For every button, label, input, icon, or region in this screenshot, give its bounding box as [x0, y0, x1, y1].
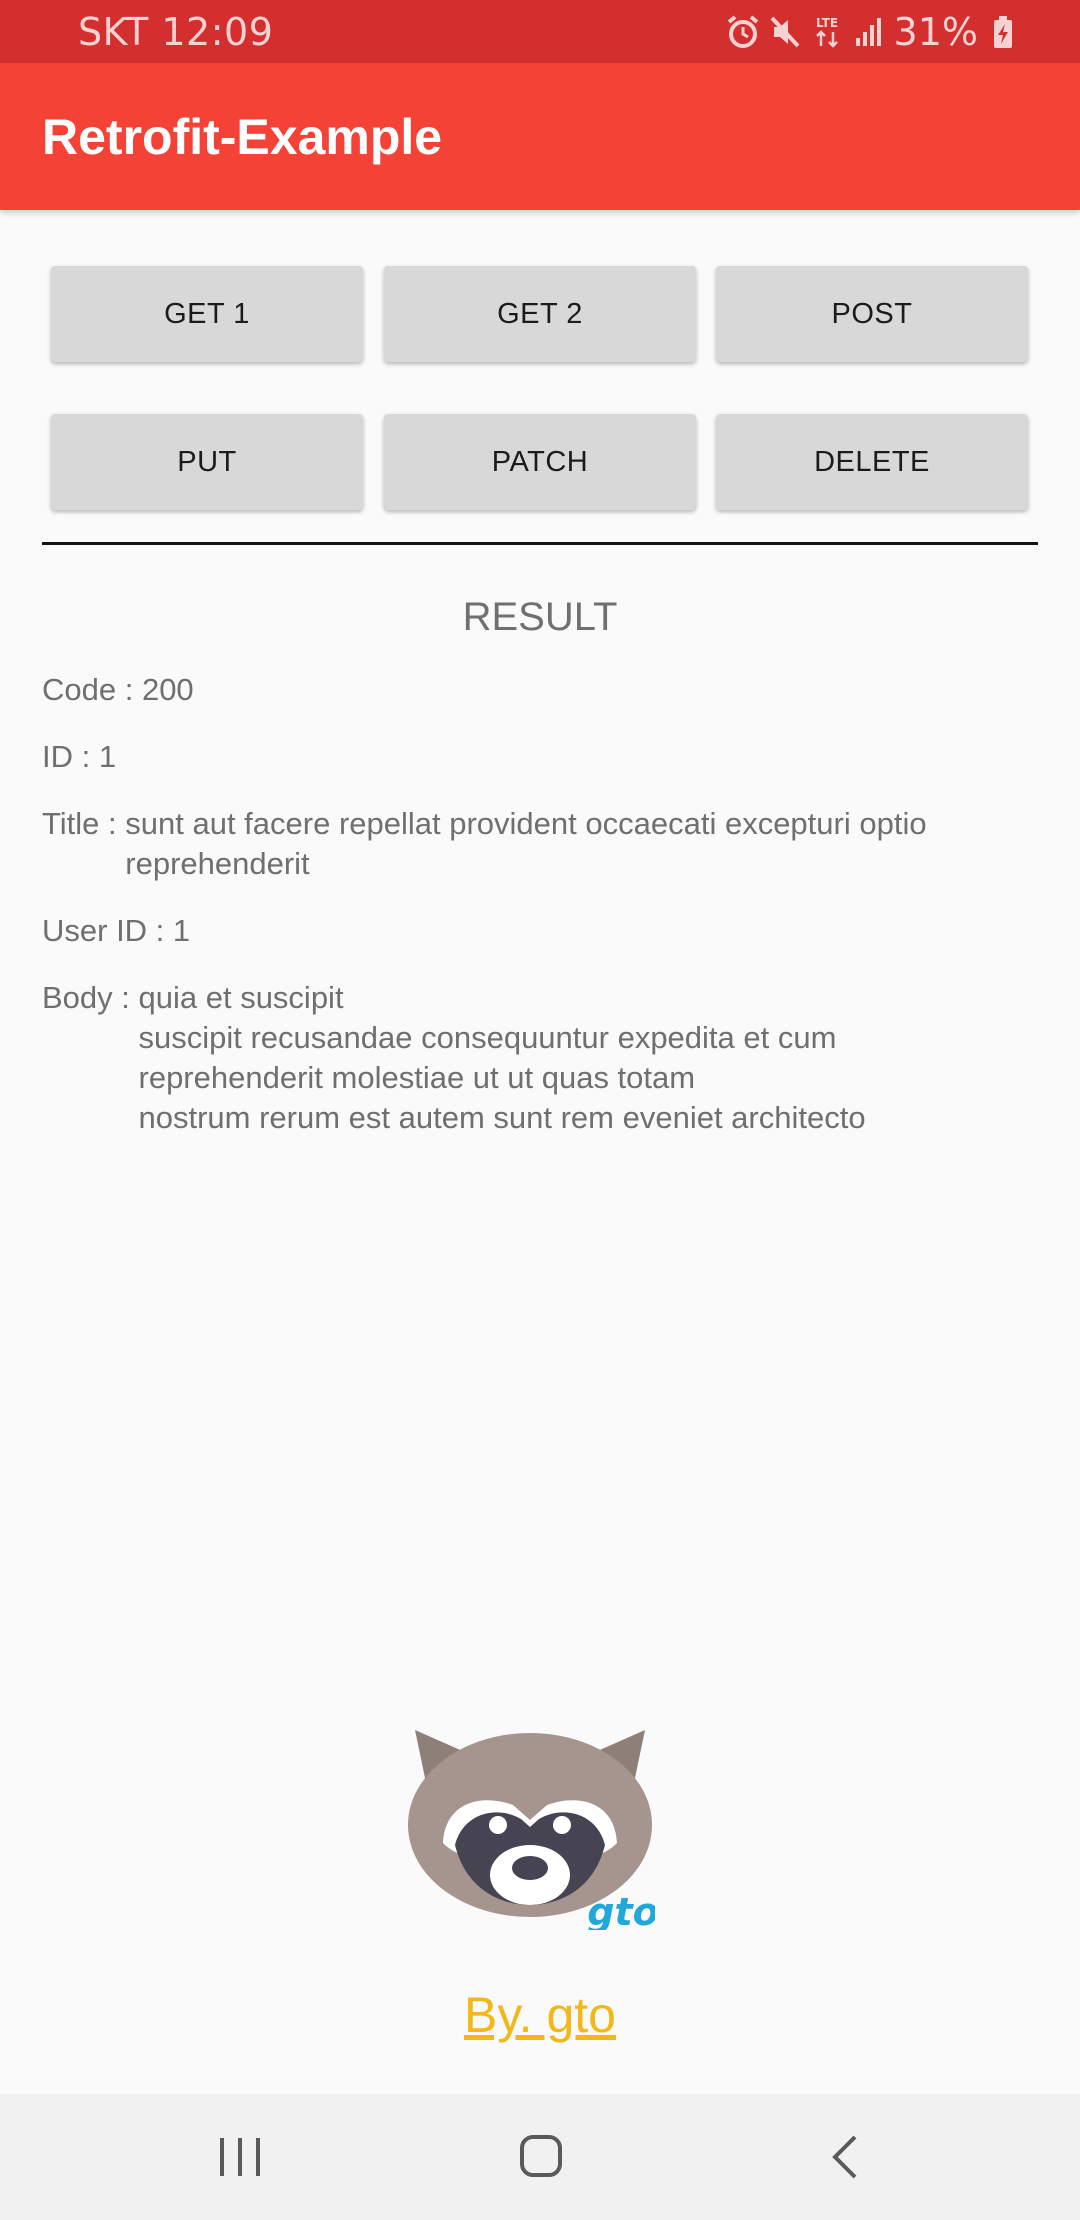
- id-label: ID :: [42, 739, 99, 774]
- body-label: Body :: [42, 980, 139, 1015]
- signal-icon: [855, 18, 881, 46]
- result-body: Body : quia et suscipit suscipit recusan…: [42, 978, 866, 1138]
- delete-button[interactable]: DELETE: [716, 414, 1028, 510]
- user-id-value: 1: [172, 913, 191, 948]
- raccoon-icon: gto: [408, 1730, 655, 1930]
- result-heading: RESULT: [462, 595, 618, 639]
- get1-button[interactable]: GET 1: [51, 266, 363, 362]
- post-button[interactable]: POST: [716, 266, 1028, 362]
- carrier-time: SKT 12:09: [78, 10, 274, 54]
- code-label: Code :: [42, 672, 142, 707]
- title-value: sunt aut facere repellat provident occae…: [125, 806, 927, 881]
- result-user-id: User ID : 1: [42, 911, 190, 951]
- back-icon[interactable]: [815, 2132, 875, 2182]
- divider: [42, 542, 1038, 545]
- id-value: 1: [98, 739, 117, 774]
- put-button[interactable]: PUT: [51, 414, 363, 510]
- navigation-bar: [0, 2094, 1080, 2220]
- patch-button[interactable]: PATCH: [384, 414, 696, 510]
- recents-icon[interactable]: [210, 2132, 270, 2182]
- app-title: Retrofit-Example: [42, 109, 443, 165]
- battery-charging-icon: [994, 16, 1012, 48]
- lte-icon: LTE: [816, 16, 838, 48]
- home-icon[interactable]: [511, 2132, 571, 2182]
- status-bar: SKT 12:09 LTE 31%: [0, 0, 1080, 63]
- status-icons: LTE 31%: [726, 10, 1020, 54]
- result-title: Title : sunt aut facere repellat provide…: [42, 804, 927, 884]
- mute-icon: [770, 16, 799, 48]
- code-value: 200: [141, 672, 194, 707]
- result-code: Code : 200: [42, 670, 194, 710]
- battery-percent: 31%: [893, 10, 978, 54]
- title-label: Title :: [42, 806, 126, 841]
- network-label: LTE: [816, 16, 838, 30]
- body-value: quia et suscipit suscipit recusandae con…: [138, 980, 866, 1135]
- logo-badge: gto: [587, 1890, 655, 1930]
- user-id-label: User ID :: [42, 913, 173, 948]
- by-gto-link[interactable]: By. gto: [0, 1985, 1080, 2045]
- alarm-icon: [727, 15, 758, 48]
- get2-button[interactable]: GET 2: [384, 266, 696, 362]
- result-id: ID : 1: [42, 737, 116, 777]
- app-bar: Retrofit-Example: [0, 63, 1080, 210]
